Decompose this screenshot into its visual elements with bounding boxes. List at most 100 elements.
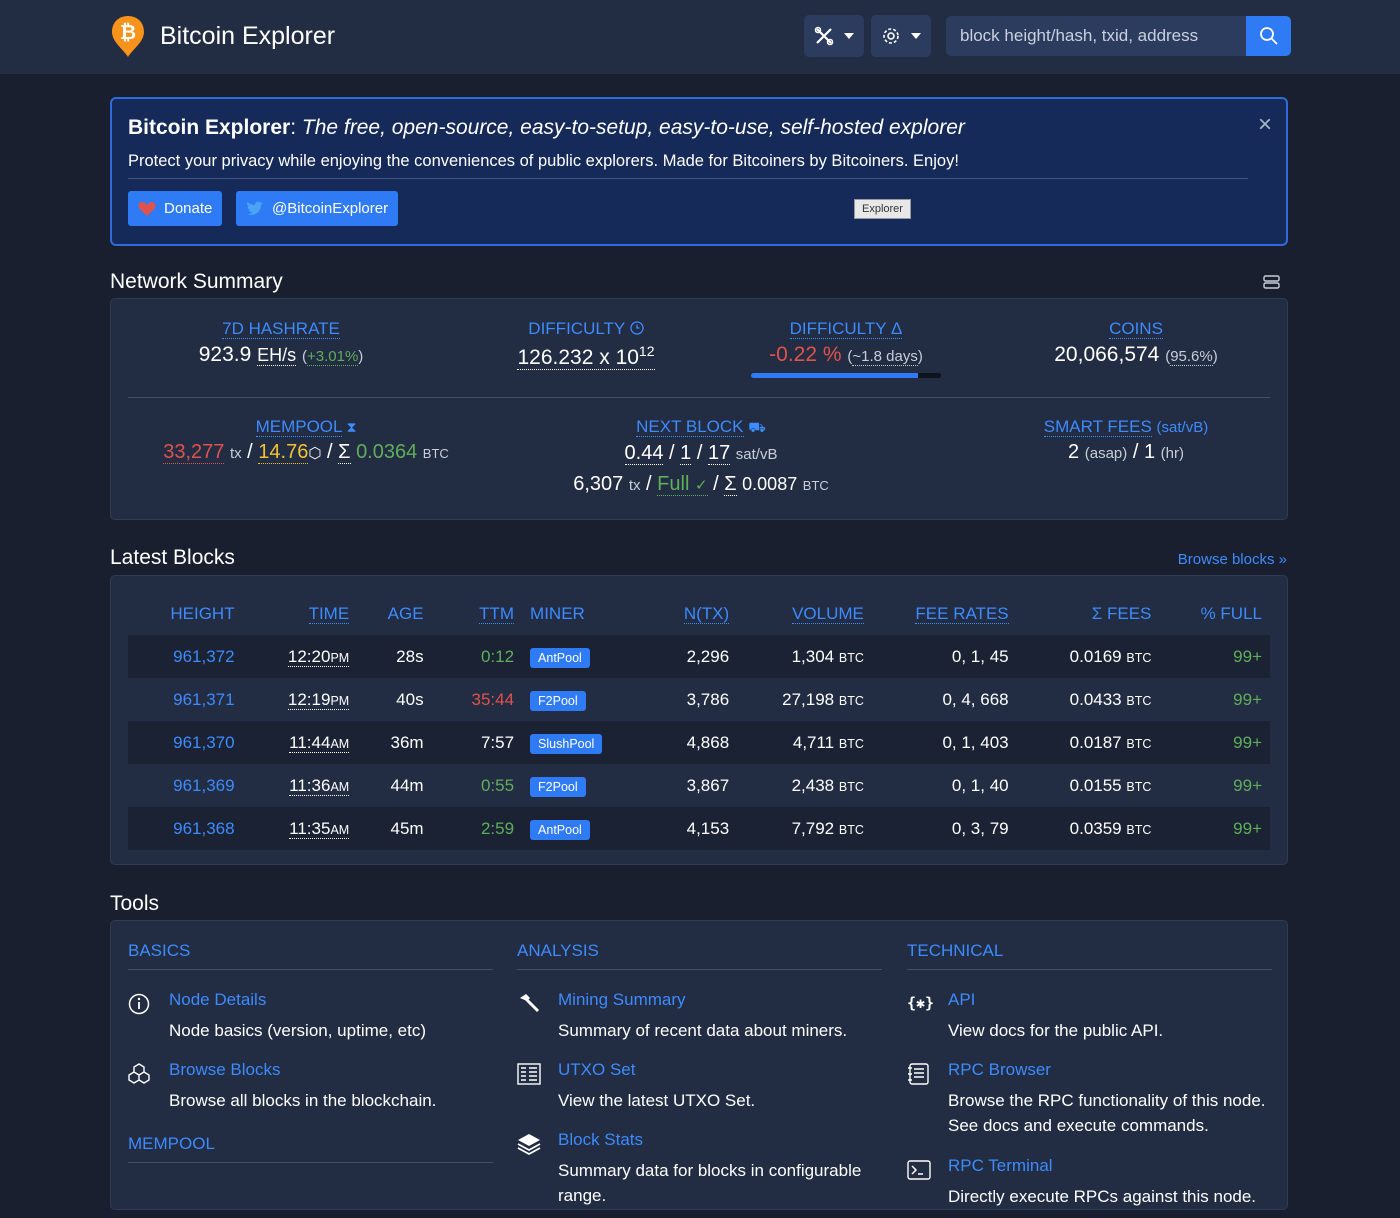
block-ttm: 0:12 <box>431 635 523 678</box>
hashrate-stat: 7D HASHRATE 923.9 EH/s (+3.01%) <box>198 319 364 366</box>
coins-value: 20,066,574 <box>1054 343 1160 366</box>
tools-card: BASICS Node Details Node basics (version… <box>110 920 1288 1210</box>
clock-icon[interactable] <box>630 321 644 335</box>
search-form <box>946 16 1291 56</box>
settings-menu-button[interactable] <box>871 15 931 57</box>
next-block-stat: NEXT BLOCK ⛟ 0.44 / 1 / 17 sat/vB 6,307 … <box>573 417 829 496</box>
browse-blocks-tool-link[interactable]: Browse Blocks <box>169 1060 280 1080</box>
block-time: 12:19PM <box>287 689 350 710</box>
rpc-terminal-link[interactable]: RPC Terminal <box>948 1156 1053 1176</box>
block-ntx: 3,867 <box>686 775 730 795</box>
block-ntx: 4,153 <box>632 807 738 850</box>
col-ntx[interactable]: N(TX) <box>683 604 730 624</box>
utxo-set-link[interactable]: UTXO Set <box>558 1060 635 1080</box>
miner-badge[interactable]: SlushPool <box>530 733 603 754</box>
tool-node-details: Node Details Node basics (version, uptim… <box>128 982 493 1052</box>
block-height-link[interactable]: 961,370 <box>173 733 234 752</box>
close-icon[interactable]: × <box>1258 113 1272 137</box>
boxes-icon <box>128 1063 150 1084</box>
tools-icon <box>814 26 834 46</box>
terminal-icon <box>907 1160 931 1180</box>
coins-stat: COINS 20,066,574 (95.6%) <box>1054 319 1218 366</box>
miner-badge[interactable]: F2Pool <box>530 776 586 797</box>
layout-toggle-icon[interactable] <box>1263 275 1280 289</box>
col-volume[interactable]: VOLUME <box>792 604 864 624</box>
search-button[interactable] <box>1246 16 1291 56</box>
difficulty-label: DIFFICULTY <box>528 319 625 338</box>
block-height-link[interactable]: 961,371 <box>173 690 234 709</box>
journal-icon <box>908 1063 929 1085</box>
next-block-fees: 0.0087 <box>742 474 798 494</box>
col-height: HEIGHT <box>170 604 235 623</box>
mining-summary-link[interactable]: Mining Summary <box>558 990 686 1010</box>
api-desc: View docs for the public API. <box>948 1021 1164 1040</box>
rpc-browser-link[interactable]: RPC Browser <box>948 1060 1051 1080</box>
search-icon <box>1259 27 1278 45</box>
smart-fee-hour: 1 <box>1143 441 1156 463</box>
intro-banner: Bitcoin Explorer: The free, open-source,… <box>110 97 1288 246</box>
col-age: AGE <box>387 604 424 623</box>
block-height-link[interactable]: 961,368 <box>173 819 234 838</box>
block-ntx: 3,786 <box>686 689 730 709</box>
col-time[interactable]: TIME <box>308 604 350 624</box>
node-details-link[interactable]: Node Details <box>169 990 266 1010</box>
block-stats-desc: Summary data for blocks in configurable … <box>558 1161 862 1205</box>
block-height-link[interactable]: 961,372 <box>173 647 234 666</box>
col-fee-rates[interactable]: FEE RATES <box>915 604 1009 624</box>
divider <box>128 397 1270 398</box>
col-ttm[interactable]: TTM <box>479 604 515 624</box>
miner-badge[interactable]: F2Pool <box>530 690 586 711</box>
next-block-full: Full ✓ <box>657 473 708 496</box>
next-block-label[interactable]: NEXT BLOCK <box>636 417 744 437</box>
miner-badge[interactable]: AntPool <box>530 819 590 840</box>
table-row: 961,368 11:35AM 45m 2:59 AntPool 4,153 7,792 B… <box>128 807 1270 850</box>
browse-blocks-link[interactable]: Browse blocks » <box>1178 551 1287 568</box>
block-fees: 0.0155 BTC <box>1069 775 1152 795</box>
mempool-label[interactable]: MEMPOOL <box>255 417 342 437</box>
block-time: 11:44AM <box>289 732 350 753</box>
svg-text:₿: ₿ <box>120 20 136 44</box>
twitter-button[interactable]: @BitcoinExplorer <box>236 191 399 226</box>
block-age: 45m <box>357 807 432 850</box>
bitcoin-logo-icon: ₿ <box>112 16 144 57</box>
rpc-terminal-desc: Directly execute RPCs against this node. <box>948 1187 1257 1206</box>
tool-rpc-terminal: RPC Terminal Directly execute RPCs again… <box>907 1148 1272 1218</box>
block-stats-link[interactable]: Block Stats <box>558 1130 643 1150</box>
rpc-browser-desc: Browse the RPC functionality of this nod… <box>948 1091 1266 1135</box>
tools-technical-heading: TECHNICAL <box>907 921 1272 970</box>
navbar: ₿ Bitcoin Explorer <box>0 0 1400 74</box>
cube-icon: ⬡ <box>308 445 322 462</box>
node-details-desc: Node basics (version, uptime, etc) <box>169 1021 426 1040</box>
tools-menu-button[interactable] <box>804 15 864 57</box>
block-age: 40s <box>396 689 424 709</box>
donate-button[interactable]: Donate <box>128 191 223 226</box>
hashrate-unit: EH/s <box>257 345 297 366</box>
tool-api: {✱} API View docs for the public API. <box>907 982 1272 1052</box>
search-input[interactable] <box>946 16 1246 56</box>
hashrate-label[interactable]: 7D HASHRATE <box>222 319 340 339</box>
layers-icon <box>517 1134 541 1156</box>
block-full: 99+ <box>1159 721 1270 764</box>
list-icon <box>517 1063 541 1085</box>
miner-badge[interactable]: AntPool <box>530 647 590 668</box>
latest-blocks-title: Latest Blocks <box>110 546 235 569</box>
difficulty-progress-bar <box>751 373 941 378</box>
cart-icon: ⛟ <box>748 419 766 435</box>
block-age: 36m <box>357 721 432 764</box>
tool-browse-blocks: Browse Blocks Browse all blocks in the b… <box>128 1052 493 1122</box>
block-height-link[interactable]: 961,369 <box>173 776 234 795</box>
block-fees: 0.0433 BTC <box>1069 689 1152 709</box>
block-volume: 4,711 BTC <box>737 721 872 764</box>
difficulty-change-label[interactable]: DIFFICULTY Δ <box>789 319 903 339</box>
tools-analysis-heading: ANALYSIS <box>517 921 882 970</box>
check-icon: ✓ <box>694 477 708 494</box>
mining-summary-desc: Summary of recent data about miners. <box>558 1021 848 1040</box>
brand[interactable]: ₿ Bitcoin Explorer <box>110 14 335 58</box>
info-icon <box>128 993 150 1015</box>
api-link[interactable]: API <box>948 990 975 1010</box>
tool-rpc-browser: RPC Browser Browse the RPC functionality… <box>907 1052 1272 1135</box>
explorer-tag: Explorer <box>854 199 911 219</box>
coins-label[interactable]: COINS <box>1109 319 1163 339</box>
smart-fees-label[interactable]: SMART FEES <box>1043 417 1152 437</box>
network-summary-title: Network Summary <box>110 270 283 293</box>
